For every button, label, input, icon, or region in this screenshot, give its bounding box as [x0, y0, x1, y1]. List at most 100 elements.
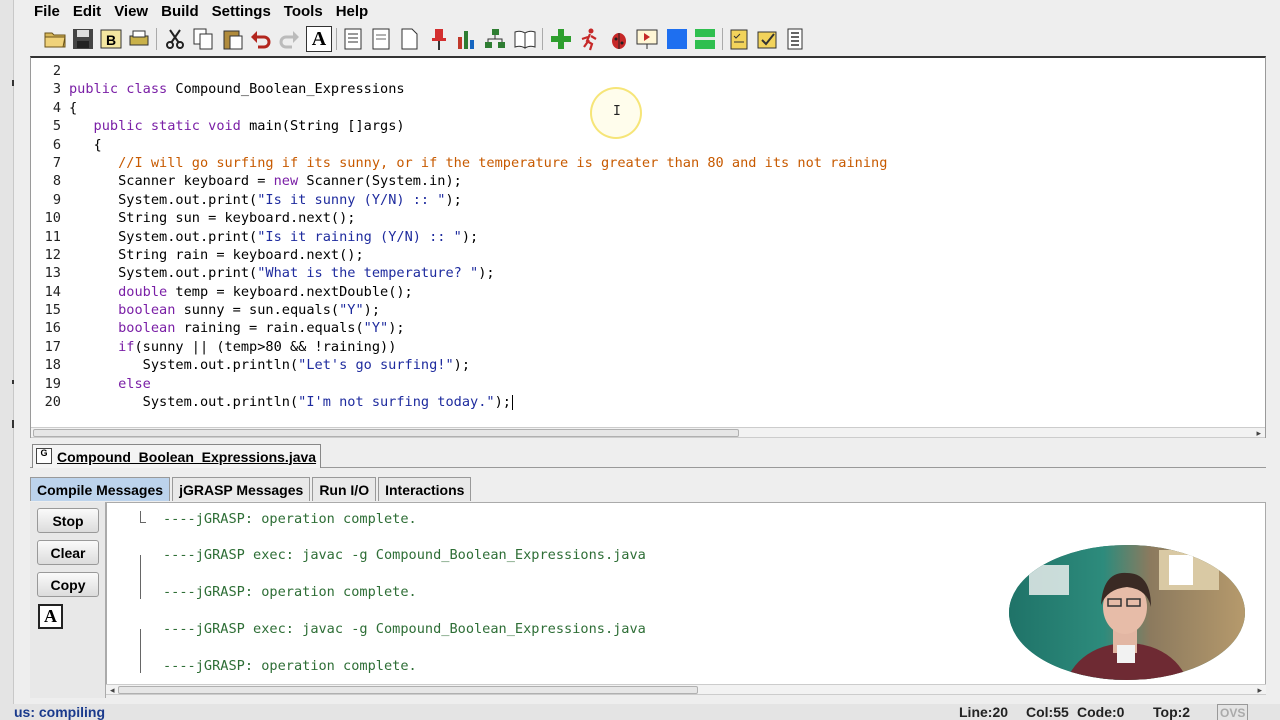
line-number: 5 [52, 118, 61, 135]
menu-build[interactable]: Build [161, 3, 199, 20]
line-number: 17 [44, 338, 61, 355]
line-number: 16 [44, 320, 61, 337]
line-number: 2 [52, 63, 61, 79]
bar-chart-icon[interactable] [454, 26, 480, 52]
save-icon[interactable] [70, 26, 96, 52]
line-number: 6 [52, 136, 61, 153]
line-number: 11 [44, 228, 61, 245]
code-line: 9 System.out.print("Is it sunny (Y/N) ::… [31, 191, 887, 209]
code-line: 4{ [31, 99, 887, 117]
tab-jgrasp-messages[interactable]: jGRASP Messages [172, 477, 311, 501]
font-icon[interactable]: A [306, 26, 332, 52]
code-text: main(String []args) [249, 118, 405, 135]
new-file-icon[interactable] [396, 26, 422, 52]
uml-icon[interactable] [482, 26, 508, 52]
menu-file[interactable]: File [34, 3, 60, 20]
presenter-figure [1029, 550, 1219, 680]
code-line: 3 public class Compound_Boolean_Expressio… [31, 80, 887, 98]
code-line: 12 String rain = keyboard.next(); [31, 246, 887, 264]
code-line: 20 System.out.println("I'm not surfing t… [31, 393, 887, 411]
check-icon[interactable] [754, 26, 780, 52]
code-text: temp = keyboard.nextDouble(); [175, 283, 413, 300]
menu-tools[interactable]: Tools [284, 3, 323, 20]
undo-icon[interactable] [248, 26, 274, 52]
scroll-right-arrow-icon[interactable]: ▸ [1256, 428, 1261, 438]
code-text: String rain = keyboard.next(); [69, 246, 364, 263]
code-string: "Y" [339, 302, 364, 319]
code-line: 14 double temp = keyboard.nextDouble(); [31, 283, 887, 301]
status-top: Top:2 [1153, 704, 1191, 720]
code-line: 6 { [31, 136, 887, 154]
text-caret [511, 394, 513, 410]
message-tabs: Compile Messages jGRASP Messages Run I/O… [30, 477, 473, 501]
message-line: ----jGRASP: operation complete. [163, 658, 417, 674]
book-icon[interactable] [512, 26, 538, 52]
menu-view[interactable]: View [114, 3, 148, 20]
code-text: ); [388, 320, 405, 337]
cut-icon[interactable] [162, 26, 188, 52]
message-bracket [140, 555, 141, 599]
message-font-letter: A [44, 606, 57, 626]
green-split-icon[interactable] [692, 26, 718, 52]
menu-bar: File Edit View Build Settings Tools Help [30, 0, 377, 22]
code-line: 5 public static void main(String []args) [31, 117, 887, 135]
pin-icon[interactable] [426, 26, 452, 52]
jgrasp-window: File Edit View Build Settings Tools Help… [0, 0, 1280, 720]
code-text: ); [478, 265, 495, 282]
file-tab[interactable]: G Compound_Boolean_Expressions.java [32, 444, 322, 468]
message-font-icon[interactable]: A [38, 604, 63, 629]
code-text: String sun = keyboard.next(); [69, 210, 356, 227]
redo-icon[interactable] [276, 26, 302, 52]
code-keyword: double [69, 283, 176, 300]
line-number: 14 [44, 283, 61, 300]
line-number: 12 [44, 246, 61, 263]
stop-button[interactable]: Stop [37, 508, 99, 533]
code-keyword: new [273, 173, 307, 190]
generate-csd-icon[interactable] [340, 26, 366, 52]
code-line: 13 System.out.print("What is the tempera… [31, 264, 887, 282]
scroll-right-arrow-icon[interactable]: ▸ [1257, 685, 1262, 695]
code-line: 17 if(sunny || (temp>80 && !raining)) [31, 338, 887, 356]
code-text: System.out.print( [69, 191, 258, 208]
code-line: 16 boolean raining = rain.equals("Y"); [31, 319, 887, 337]
copy-icon[interactable] [190, 26, 216, 52]
run-icon[interactable] [576, 26, 602, 52]
compile-icon[interactable] [548, 26, 574, 52]
code-text: Scanner keyboard = [69, 173, 274, 190]
tab-compile-messages[interactable]: Compile Messages [30, 477, 171, 501]
backup-icon[interactable]: B [98, 26, 124, 52]
blue-square-icon[interactable] [664, 26, 690, 52]
message-line: ----jGRASP exec: javac -g Compound_Boole… [163, 547, 646, 563]
messages-scroll-thumb[interactable] [118, 686, 698, 694]
message-bracket [140, 629, 141, 673]
editor-horizontal-scrollbar[interactable]: ▸ [31, 427, 1265, 438]
line-number: 13 [44, 265, 61, 282]
message-side-panel: Stop Clear Copy A [30, 502, 106, 698]
line-number: 9 [52, 191, 61, 208]
tab-interactions[interactable]: Interactions [378, 477, 472, 501]
notes-icon[interactable] [726, 26, 752, 52]
debug-icon[interactable] [606, 26, 632, 52]
copy-button[interactable]: Copy [37, 572, 99, 597]
message-line: ----jGRASP: operation complete. [163, 584, 417, 600]
paste-icon[interactable] [220, 26, 246, 52]
file-tab-label: Compound_Boolean_Expressions.java [57, 448, 317, 465]
scroll-left-arrow-icon[interactable]: ◂ [110, 685, 115, 695]
remove-csd-icon[interactable] [368, 26, 394, 52]
menu-help[interactable]: Help [336, 3, 369, 20]
tab-run-io[interactable]: Run I/O [312, 477, 377, 501]
menu-settings[interactable]: Settings [212, 3, 271, 20]
document-icon[interactable] [782, 26, 808, 52]
code-editor[interactable]: 2 3 public class Compound_Boolean_Expressi… [30, 56, 1266, 438]
animation-icon[interactable] [634, 26, 660, 52]
open-folder-icon[interactable] [42, 26, 68, 52]
menu-edit[interactable]: Edit [73, 3, 101, 20]
code-string: "I'm not surfing today." [298, 394, 495, 411]
print-icon[interactable] [126, 26, 152, 52]
code-keyword: boolean [69, 320, 184, 337]
code-text: System.out.println( [69, 357, 299, 374]
messages-horizontal-scrollbar[interactable]: ◂ ▸ [106, 684, 1266, 695]
code-text: raining = rain.equals( [183, 320, 364, 337]
clear-button[interactable]: Clear [37, 540, 99, 565]
editor-scroll-thumb[interactable] [33, 429, 739, 437]
